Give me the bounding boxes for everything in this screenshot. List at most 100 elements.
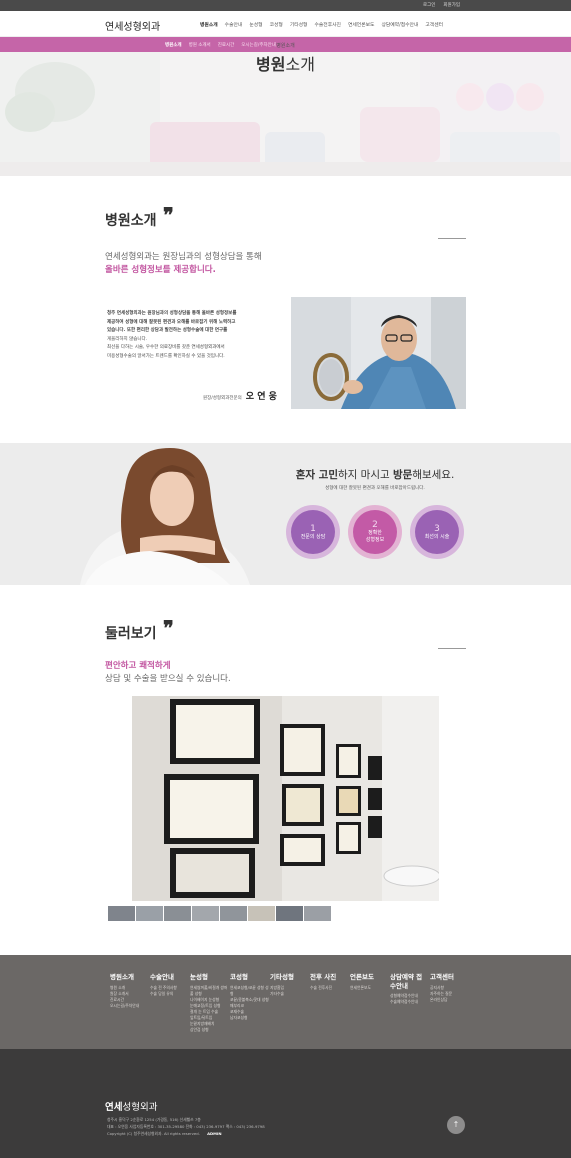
- footer-logo-rest: 성형외과: [122, 1102, 158, 1113]
- nav-item-about[interactable]: 병원소개: [200, 21, 218, 28]
- tour-lead-line1: 편안하고 쾌적하게: [105, 661, 171, 671]
- intro-body-line: 제공하여 성형에 대해 잘못된 편견과 오해를 바로잡기 위해 노력하고: [107, 319, 236, 325]
- tour-section-title: 둘러보기: [105, 626, 157, 642]
- consult-band: [0, 443, 571, 585]
- consult-circle-number: 1: [310, 523, 316, 534]
- login-link[interactable]: 로그인: [423, 2, 435, 8]
- footer-col-heading[interactable]: 눈성형: [190, 973, 230, 982]
- footer-col-eye: 눈성형 연세쌍꺼풀/비절개 쌍꺼풀 성형 나이배이지 눈성형 눈매교정/트임 성…: [190, 973, 230, 1033]
- footer-link[interactable]: 연세쌍꺼풀/비절개 쌍꺼풀 성형: [190, 985, 230, 997]
- footer-copyright: Copyright (C) 청주연세성형외과. All rights reser…: [107, 1131, 200, 1136]
- model-photo: [0, 443, 571, 585]
- consult-circle-label: 전문의 상담: [300, 533, 326, 540]
- nav-item-before-after[interactable]: 수술전후사진: [314, 21, 340, 28]
- footer-link[interactable]: 오시는길/주차안내: [110, 1003, 150, 1009]
- footer-col-nose: 코성형 연세코성형/코끝 성형 성형 코끝/콧볼축소/콧대 성형 매부리코 코재…: [230, 973, 270, 1021]
- hero-title-rest: 소개: [285, 55, 315, 74]
- director-name: 오 연 웅: [245, 392, 277, 402]
- intro-lead-line2: 올바른 성형정보를 제공합니다.: [105, 265, 216, 275]
- footer-col-heading[interactable]: 상담예약 접수안내: [390, 973, 426, 990]
- gallery-thumbnail[interactable]: [108, 906, 135, 921]
- consult-circle-1: 1 전문의 상담: [286, 505, 340, 559]
- hero-title: 병원소개: [0, 51, 571, 75]
- director-signature: 원장/성형외과전문의 오 연 웅: [203, 389, 277, 402]
- intro-section-title: 병원소개: [105, 213, 157, 229]
- footer-col-heading[interactable]: 고객센터: [430, 973, 470, 982]
- footer-link[interactable]: 수술 전후사진: [310, 985, 350, 991]
- gallery-thumbnail[interactable]: [276, 906, 303, 921]
- footer-link[interactable]: 상안검 성형: [190, 1027, 230, 1033]
- director-photo: [291, 297, 466, 409]
- director-photo-art: [291, 297, 466, 409]
- intro-body-line: 최선을 다하는 시술, 우수한 의료장비를 갖춘 연세성형외과에서: [107, 345, 225, 351]
- footer-col-surgery: 수술안내 수술 전 주의사항 수술 당일 유의: [150, 973, 190, 997]
- footer-link[interactable]: 연세언론보도: [350, 985, 390, 991]
- consult-circle-inner: 2 정확한 성형정보: [353, 510, 397, 554]
- consult-circle-number: 2: [372, 520, 378, 530]
- footer-logo-bold: 연세: [105, 1102, 123, 1113]
- footer-col-other: 기타성형 지방흡입 기타수술: [270, 973, 310, 997]
- admin-link[interactable]: ADMIN: [207, 1131, 221, 1136]
- consult-circle-label: 최선의 시술: [424, 533, 450, 540]
- nav-item-surgery-guide[interactable]: 수술안내: [225, 21, 243, 28]
- nav-item-reservation[interactable]: 상담예약/접수안내: [381, 21, 418, 28]
- footer-business-info: 대표 : 오연웅 사업자등록번호 : 301-35-29580 전화 : 043…: [107, 1124, 265, 1129]
- footer-col-press: 언론보도 연세언론보도: [350, 973, 390, 991]
- footer-company-info: 청주시 흥덕구 2순환로 1254 (가경동, 516) 선세헬쓰 7층 대표 …: [107, 1116, 265, 1137]
- consult-circle-inner: 1 전문의 상담: [291, 510, 335, 554]
- gallery-thumbnail[interactable]: [220, 906, 247, 921]
- gallery-thumbnail[interactable]: [136, 906, 163, 921]
- footer-link[interactable]: 연세코성형/코끝 성형 성형: [230, 985, 270, 997]
- main-nav: 병원소개 수술안내 눈성형 코성형 기타성형 수술전후사진 연세언론보도 상담예…: [200, 21, 443, 28]
- gallery-thumbnails: [108, 906, 331, 921]
- gallery-thumbnail[interactable]: [164, 906, 191, 921]
- site-logo[interactable]: 연세성형외과: [105, 18, 160, 33]
- consult-circle-inner: 3 최선의 시술: [415, 510, 459, 554]
- nav-item-customer[interactable]: 고객센터: [425, 21, 443, 28]
- hero-subtitle: 병원소개: [276, 43, 295, 49]
- footer-link[interactable]: 수술예약접수안내: [390, 999, 426, 1005]
- footer-link[interactable]: 온라인상담: [430, 997, 470, 1003]
- top-utility-bar: 로그인 회원가입: [0, 0, 571, 11]
- footer-col-heading[interactable]: 기타성형: [270, 973, 310, 982]
- nav-item-other[interactable]: 기타성형: [290, 21, 308, 28]
- nav-item-press[interactable]: 연세언론보도: [348, 21, 374, 28]
- intro-body-line: 청주 연세성형외과는 원장님과의 성형상담을 통해 올바른 성형정보를: [107, 311, 237, 316]
- footer-col-heading[interactable]: 언론보도: [350, 973, 390, 982]
- site-header: 연세성형외과 병원소개 수술안내 눈성형 코성형 기타성형 수술전후사진 연세언…: [0, 11, 571, 37]
- footer-link[interactable]: 수술 당일 유의: [150, 991, 190, 997]
- footer-col-heading[interactable]: 수술안내: [150, 973, 190, 982]
- footer-col-heading[interactable]: 코성형: [230, 973, 270, 982]
- arrow-up-icon: ↑: [452, 1120, 460, 1129]
- logo-rest: 성형외과: [123, 22, 161, 33]
- consult-circle-2: 2 정확한 성형정보: [348, 505, 402, 559]
- footer-link[interactable]: 기타수술: [270, 991, 310, 997]
- gallery-main-image[interactable]: [132, 696, 439, 901]
- gallery-thumbnail[interactable]: [192, 906, 219, 921]
- gallery-thumbnail[interactable]: [304, 906, 331, 921]
- scroll-to-top-button[interactable]: ↑: [447, 1116, 465, 1134]
- nav-item-nose[interactable]: 코성형: [270, 21, 283, 28]
- join-link[interactable]: 회원가입: [443, 2, 460, 8]
- footer-link[interactable]: 코끝/콧볼축소/콧대 성형: [230, 997, 270, 1003]
- consult-title-bold2: 방문: [392, 469, 413, 481]
- certificates-wall-image: [132, 696, 439, 901]
- intro-body-line: 미용성형수술의 알서가는 트렌드를 확인하실 수 있을 것입니다.: [107, 353, 225, 359]
- footer-address: 청주시 흥덕구 2순환로 1254 (가경동, 516) 선세헬쓰 7층: [107, 1117, 201, 1122]
- footer-col-customer: 고객센터 공지사항 자주하는 질문 온라인상담: [430, 973, 470, 1003]
- consult-title-text1: 하지 마시고: [338, 469, 393, 481]
- logo-bold: 연세: [105, 22, 124, 33]
- footer-link[interactable]: 남자코성형: [230, 1015, 270, 1021]
- footer-col-heading[interactable]: 병원소개: [110, 973, 150, 982]
- footer-logo: 연세성형외과: [105, 1099, 157, 1113]
- consult-title: 혼자 고민하지 마시고 방문해보세요.: [285, 467, 465, 482]
- hero-title-bold: 병원: [256, 55, 286, 74]
- footer-col-heading[interactable]: 전후 사진: [310, 973, 350, 982]
- consult-subtitle: 성형에 대한 잘못된 편견과 오해를 바로잡아드립니다.: [325, 486, 425, 491]
- consult-circle-3: 3 최선의 시술: [410, 505, 464, 559]
- intro-lead-line1: 연세성형외과는 원장님과의 성형상담을 통해: [105, 252, 262, 262]
- footer-sitemap: [0, 955, 571, 1049]
- gallery-thumbnail[interactable]: [248, 906, 275, 921]
- footer-bottom: [0, 1049, 571, 1158]
- nav-item-eye[interactable]: 눈성형: [249, 21, 262, 28]
